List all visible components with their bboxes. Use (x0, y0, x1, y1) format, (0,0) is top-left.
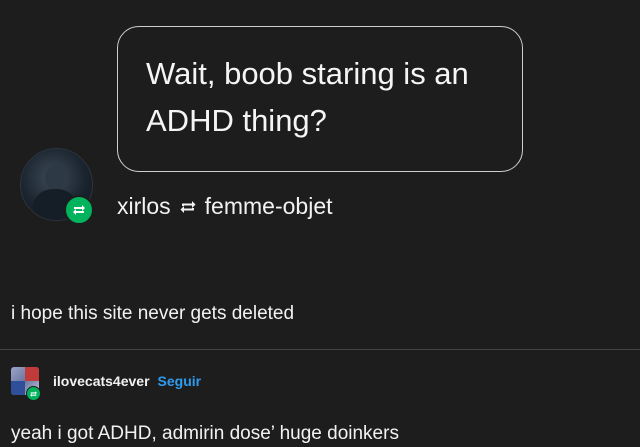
reply-header: ilovecats4ever Seguir (53, 373, 201, 389)
small-reblog-icon (26, 386, 41, 401)
ask-text: Wait, boob staring is an ADHD thing? (146, 56, 469, 138)
post-text: i hope this site never gets deleted (11, 303, 295, 324)
reblog-arrows-icon (179, 199, 197, 215)
reblog-line: xirlos femme-objet (117, 193, 333, 220)
reblog-icon (64, 195, 94, 225)
reblog-from-user[interactable]: xirlos (117, 193, 171, 220)
divider (0, 349, 640, 350)
reply-username[interactable]: ilovecats4ever (53, 373, 150, 389)
reblog-to-user[interactable]: femme-objet (205, 193, 333, 220)
reply-text: yeah i got ADHD, admirin dose’ huge doin… (11, 423, 399, 444)
follow-button[interactable]: Seguir (158, 373, 202, 389)
